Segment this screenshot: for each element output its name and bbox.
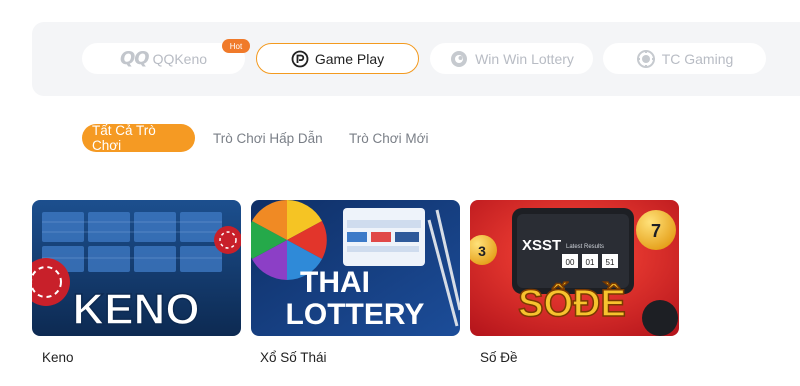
tc-gaming-logo-icon <box>636 49 656 69</box>
lottery-ball-number: 3 <box>478 243 486 259</box>
tab-all-games[interactable]: Tất Cả Trò Chơi <box>82 123 195 153</box>
thai-lottery-thumbnail: THAI LOTTERY <box>251 200 460 336</box>
provider-label: TC Gaming <box>661 50 734 67</box>
so-de-thumb-title: SỐĐỀ <box>518 280 626 325</box>
provider-tab-gameplay[interactable]: Game Play <box>256 43 419 74</box>
hot-badge: Hot <box>222 39 250 53</box>
keno-thumbnail: KENO <box>32 200 241 336</box>
so-de-thumbnail: XSST Latest Results 00 01 51 3 7 SỐĐỀ <box>470 200 679 336</box>
game-name-thai-lottery[interactable]: Xổ Số Thái <box>260 350 327 365</box>
provider-label: QQKeno <box>152 50 208 67</box>
so-de-screen-title: XSST <box>522 237 561 254</box>
tab-new-games[interactable]: Trò Chơi Mới <box>349 124 428 152</box>
game-card-so-de[interactable]: XSST Latest Results 00 01 51 3 7 SỐĐỀ <box>470 200 679 336</box>
game-card-keno[interactable]: KENO <box>32 200 241 336</box>
game-name-keno[interactable]: Keno <box>42 350 74 365</box>
so-de-number: 00 <box>566 258 575 267</box>
provider-tab-winwin[interactable]: Win Win Lottery <box>430 43 593 74</box>
lottery-ball-number: 7 <box>651 221 661 241</box>
gameplay-logo-icon <box>291 50 309 68</box>
thai-lottery-thumb-title-line1: THAI <box>300 266 370 299</box>
keno-thumb-title: KENO <box>72 285 199 334</box>
so-de-number: 01 <box>586 258 595 267</box>
game-card-thai-lottery[interactable]: THAI LOTTERY <box>251 200 460 336</box>
thai-lottery-thumb-title-line2: LOTTERY <box>286 298 425 331</box>
provider-label: Game Play <box>314 50 385 67</box>
qq-logo-icon: QQ <box>119 48 150 69</box>
provider-tab-tc-gaming[interactable]: TC Gaming <box>603 43 766 74</box>
so-de-results-label: Latest Results <box>566 244 604 250</box>
provider-label: Win Win Lottery <box>475 50 574 67</box>
winwin-logo-icon <box>449 49 469 69</box>
so-de-number: 51 <box>606 258 615 267</box>
tab-hot-games[interactable]: Trò Chơi Hấp Dẫn <box>213 124 323 152</box>
game-name-so-de[interactable]: Số Đề <box>480 350 518 365</box>
provider-tab-qqkeno[interactable]: QQ QQKeno <box>82 43 245 74</box>
